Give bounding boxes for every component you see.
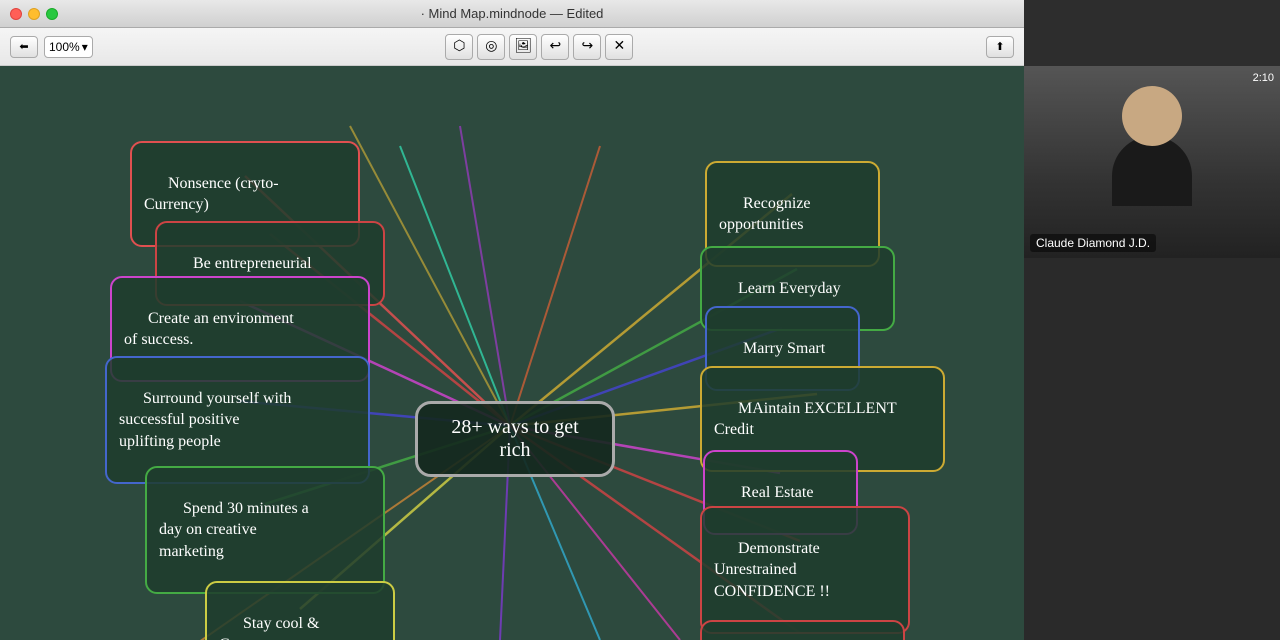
zoom-value: 100% xyxy=(49,40,80,54)
webcam-overlay: 2:10 Claude Diamond J.D. xyxy=(1024,66,1280,640)
toolbar-left: ⬅ 100% ▾ xyxy=(10,36,93,58)
tool-btn-image[interactable]: 🖼 xyxy=(509,34,537,60)
person-body xyxy=(1112,136,1192,206)
app-area: 28+ ways to get rich Nonsence (cryto- Cu… xyxy=(0,66,1280,640)
toolbar-center: ⬡ ◎ 🖼 ↩ ↪ ✕ xyxy=(101,34,978,60)
node-surround[interactable]: Surround yourself with successful positi… xyxy=(105,356,370,484)
window-title: · Mind Map.mindnode — Edited xyxy=(421,6,604,21)
center-node[interactable]: 28+ ways to get rich xyxy=(415,401,615,477)
tool-btn-1[interactable]: ⬡ xyxy=(445,34,473,60)
maximize-button[interactable] xyxy=(46,8,58,20)
webcam-name-label: Claude Diamond J.D. xyxy=(1030,234,1156,252)
close-button[interactable] xyxy=(10,8,22,20)
tool-btn-undo[interactable]: ↩ xyxy=(541,34,569,60)
toolbar: ⬅ 100% ▾ ⬡ ◎ 🖼 ↩ ↪ ✕ ⬆ xyxy=(0,28,1024,66)
tool-btn-redo[interactable]: ↪ xyxy=(573,34,601,60)
node-superb[interactable]: Be superb in Sales xyxy=(700,620,905,640)
webcam-clock: 2:10 xyxy=(1253,72,1274,84)
center-node-label: 28+ ways to get rich xyxy=(451,416,578,461)
title-bar: · Mind Map.mindnode — Edited xyxy=(0,0,1024,28)
node-staycool[interactable]: Stay cool & Contemporary xyxy=(205,581,395,640)
webcam-video: 2:10 Claude Diamond J.D. xyxy=(1024,66,1280,258)
node-demonstrate[interactable]: Demonstrate Unrestrained CONFIDENCE !! xyxy=(700,506,910,634)
back-button[interactable]: ⬅ xyxy=(10,36,38,58)
minimize-button[interactable] xyxy=(28,8,40,20)
tool-btn-2[interactable]: ◎ xyxy=(477,34,505,60)
webcam-rest-area xyxy=(1024,258,1280,640)
person-silhouette xyxy=(1112,86,1192,206)
mindmap-canvas[interactable]: 28+ ways to get rich Nonsence (cryto- Cu… xyxy=(0,66,1024,640)
toolbar-right: ⬆ xyxy=(986,36,1014,58)
traffic-lights[interactable] xyxy=(10,8,58,20)
tool-btn-close[interactable]: ✕ xyxy=(605,34,633,60)
zoom-dropdown-icon[interactable]: ▾ xyxy=(82,40,88,54)
zoom-control[interactable]: 100% ▾ xyxy=(44,36,93,58)
share-button[interactable]: ⬆ xyxy=(986,36,1014,58)
webcam-person-view xyxy=(1024,66,1280,258)
node-spend30[interactable]: Spend 30 minutes a day on creative marke… xyxy=(145,466,385,594)
person-head xyxy=(1122,86,1182,146)
